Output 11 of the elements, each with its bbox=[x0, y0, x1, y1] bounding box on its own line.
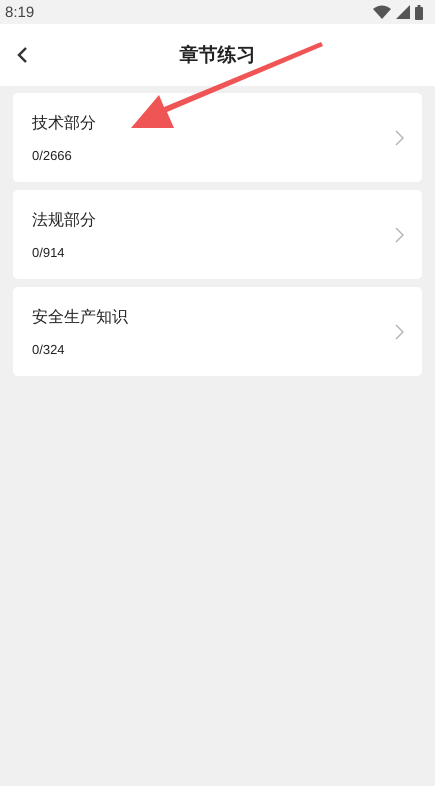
chevron-right-icon bbox=[395, 226, 404, 242]
chapter-name: 法规部分 bbox=[32, 210, 96, 230]
battery-icon bbox=[415, 4, 423, 20]
wifi-icon bbox=[373, 5, 391, 19]
chevron-right-icon bbox=[395, 130, 404, 146]
signal-icon bbox=[396, 5, 410, 19]
chapter-name: 技术部分 bbox=[32, 112, 96, 134]
page-title: 章节练习 bbox=[180, 43, 256, 68]
chevron-right-icon bbox=[395, 324, 404, 340]
status-time: 8:19 bbox=[5, 4, 34, 20]
chapter-name: 安全生产知识 bbox=[32, 306, 128, 328]
